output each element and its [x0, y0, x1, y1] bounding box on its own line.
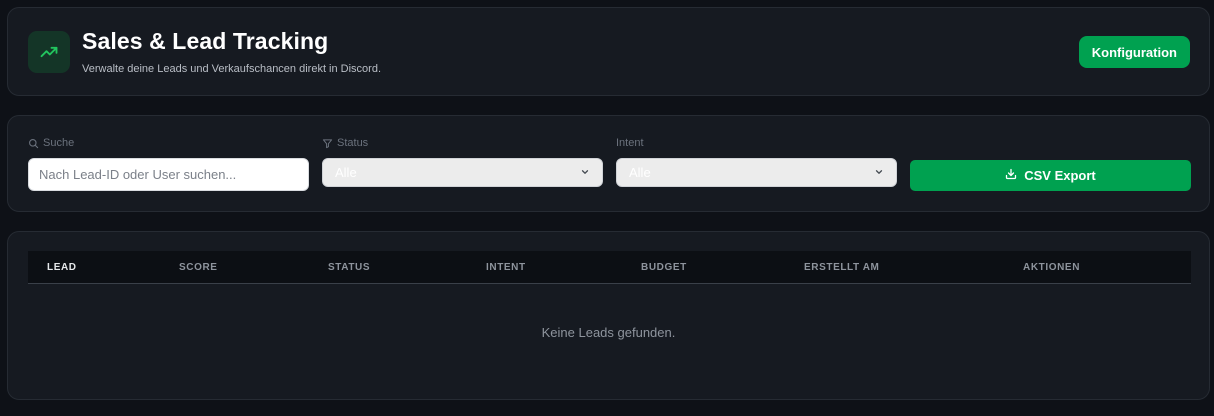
search-label: Suche [28, 137, 74, 149]
column-header-score[interactable]: SCORE [179, 262, 218, 273]
column-header-actions: AKTIONEN [1023, 262, 1081, 273]
page-title: Sales & Lead Tracking [82, 28, 329, 54]
page-subtitle: Verwalte deine Leads und Verkaufschancen… [82, 63, 382, 75]
status-select-value: Alle [335, 165, 357, 180]
status-select[interactable]: Alle [322, 158, 603, 187]
column-header-created-at[interactable]: ERSTELLT AM [804, 262, 879, 273]
filter-card: Suche Status Alle Intent Alle [7, 115, 1210, 212]
search-label-text: Suche [43, 137, 75, 149]
configuration-button[interactable]: Konfiguration [1078, 36, 1190, 68]
column-header-intent[interactable]: INTENT [486, 262, 526, 273]
csv-export-label: CSV Export [1024, 168, 1096, 183]
filter-icon [322, 138, 333, 149]
intent-label-text: Intent [616, 137, 644, 149]
trending-up-icon [28, 31, 70, 73]
intent-select[interactable]: Alle [616, 158, 897, 187]
column-header-lead[interactable]: LEAD [47, 262, 77, 273]
download-icon [1005, 168, 1017, 183]
column-header-status[interactable]: STATUS [328, 262, 370, 273]
header-card: Sales & Lead Tracking Verwalte deine Lea… [7, 7, 1210, 96]
csv-export-button[interactable]: CSV Export [910, 160, 1191, 191]
table-header: LEAD SCORE STATUS INTENT BUDGET ERSTELLT… [28, 251, 1191, 284]
chevron-down-icon [874, 164, 884, 182]
empty-state-message: Keine Leads gefunden. [541, 325, 676, 340]
intent-label: Intent [616, 137, 644, 149]
intent-select-value: Alle [629, 165, 651, 180]
column-header-budget[interactable]: BUDGET [641, 262, 687, 273]
search-icon [28, 138, 39, 149]
status-label-text: Status [337, 137, 369, 149]
status-label: Status [322, 137, 368, 149]
search-input[interactable] [28, 158, 309, 191]
leads-table-card: LEAD SCORE STATUS INTENT BUDGET ERSTELLT… [7, 231, 1210, 400]
chevron-down-icon [580, 164, 590, 182]
